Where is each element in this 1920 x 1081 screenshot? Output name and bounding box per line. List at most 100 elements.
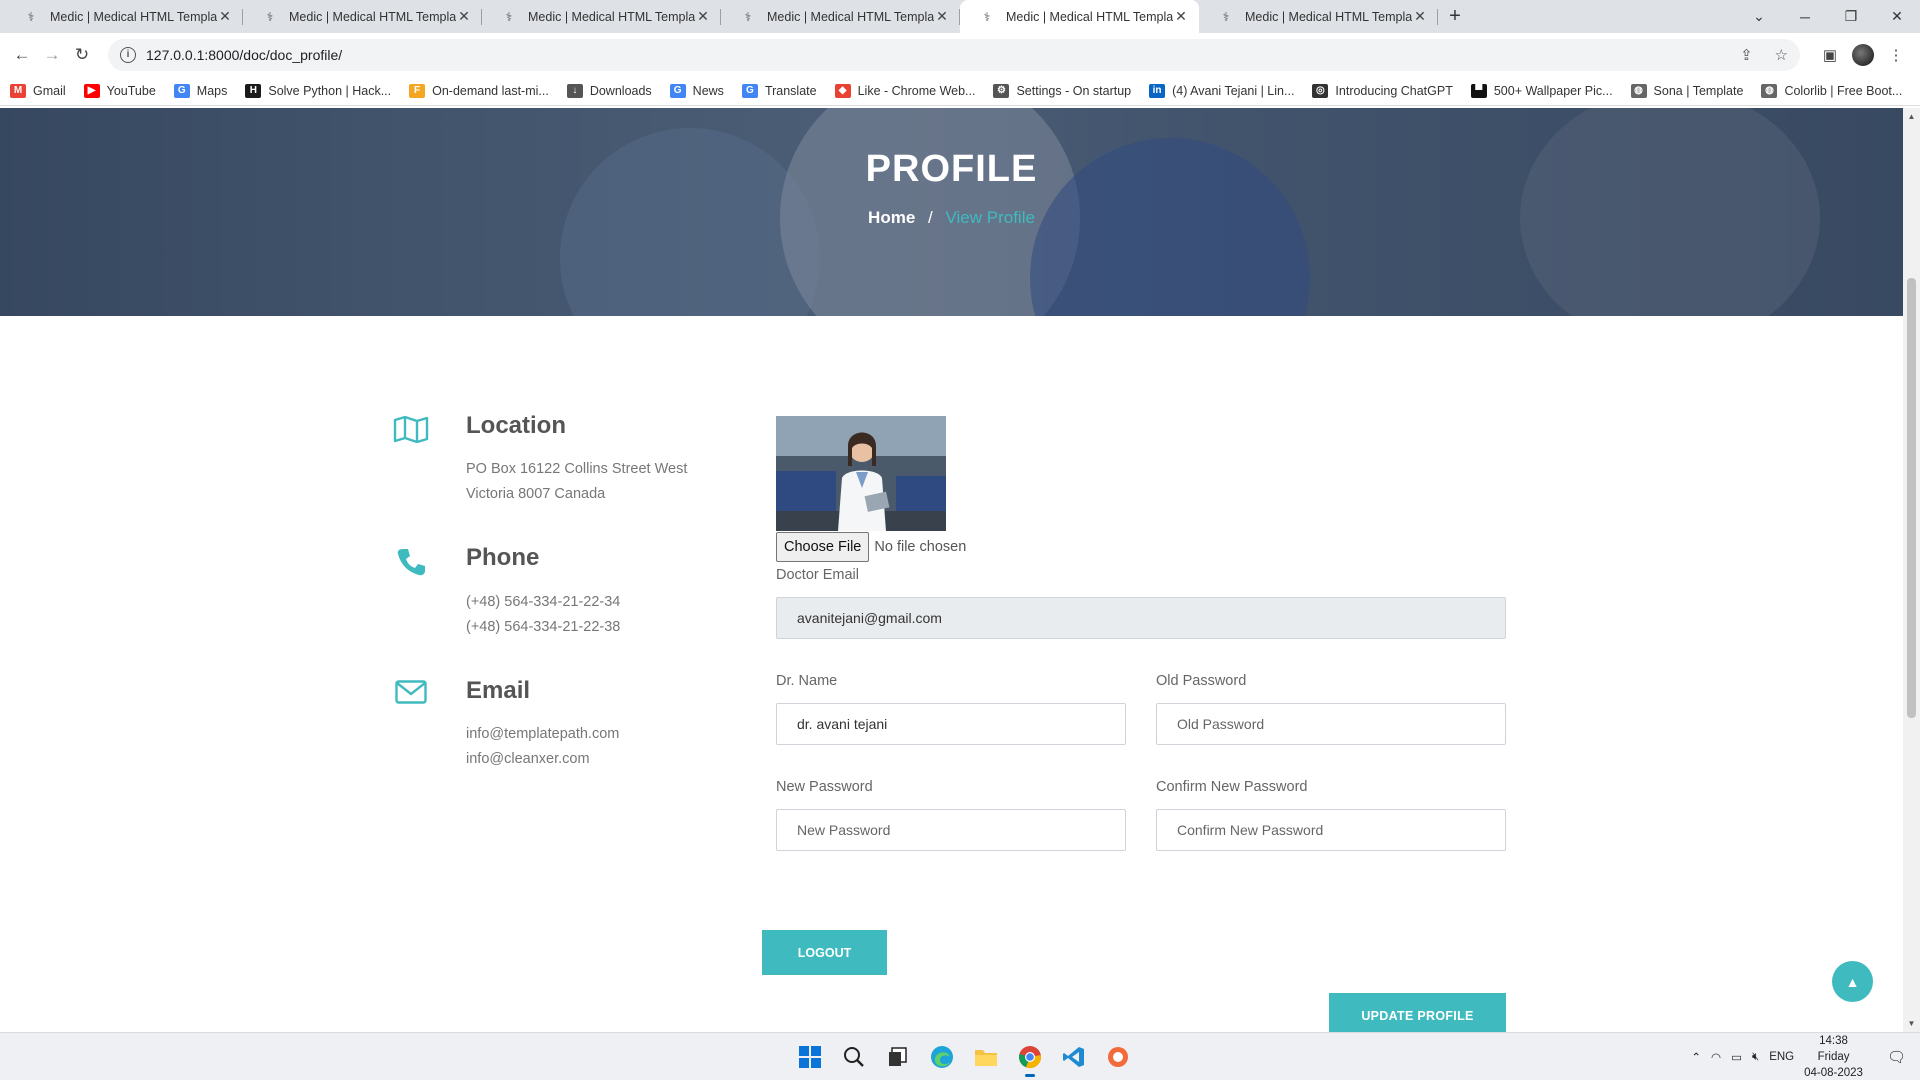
bookmark-item[interactable]: ◎ Introducing ChatGPT: [1312, 83, 1453, 98]
logout-button[interactable]: LOGOUT: [762, 930, 887, 975]
bookmark-item[interactable]: H Solve Python | Hack...: [245, 83, 391, 98]
bookmark-item[interactable]: ⚙ Settings - On startup: [993, 83, 1131, 98]
location-line: Victoria 8007 Canada: [466, 486, 606, 503]
clock-date: 04-08-2023: [1804, 1067, 1863, 1079]
page-scrollbar[interactable]: ▲ ▼: [1903, 108, 1920, 1032]
breadcrumb-current: View Profile: [945, 208, 1035, 227]
new-tab-button[interactable]: +: [1438, 0, 1472, 33]
share-icon[interactable]: ⇪: [1740, 47, 1753, 64]
vscode-icon[interactable]: [1052, 1041, 1096, 1073]
bookmark-item[interactable]: ◍ Sona | Template: [1630, 83, 1743, 98]
bookmark-item[interactable]: F On-demand last-mi...: [409, 83, 549, 98]
scroll-up-icon[interactable]: ▲: [1903, 112, 1920, 121]
chatgpt-icon: ◎: [1312, 83, 1329, 98]
bookmark-label: Translate: [764, 83, 817, 98]
old-password-field[interactable]: Old Password: [1156, 703, 1506, 745]
file-explorer-icon[interactable]: [964, 1041, 1008, 1073]
edge-icon[interactable]: [920, 1041, 964, 1073]
task-view-icon[interactable]: [876, 1041, 920, 1073]
tab-title: Medic | Medical HTML Template: [50, 9, 217, 24]
bookmark-item[interactable]: ◍ Colorlib | Free Boot...: [1761, 83, 1903, 98]
youtube-icon: ▶: [83, 83, 100, 98]
browser-tab[interactable]: ⚕ Medic | Medical HTML Template ✕: [4, 0, 243, 33]
confirm-password-field[interactable]: Confirm New Password: [1156, 809, 1506, 851]
windows-start-icon[interactable]: [788, 1041, 832, 1073]
bookmark-item[interactable]: in (4) Avani Tejani | Lin...: [1149, 83, 1294, 98]
forward-button[interactable]: →: [38, 41, 66, 69]
doctor-name-field[interactable]: dr. avani tejani: [776, 703, 1126, 745]
doctor-email-field[interactable]: avanitejani@gmail.com: [776, 597, 1506, 639]
bookmark-star-icon[interactable]: ☆: [1775, 47, 1788, 64]
browser-tab[interactable]: ⚕ Medic | Medical HTML Template ✕: [243, 0, 482, 33]
back-to-top-button[interactable]: ▲: [1832, 961, 1873, 1002]
browser-tab[interactable]: ⚕ Medic | Medical HTML Template ✕: [960, 0, 1199, 33]
bookmark-item[interactable]: M Gmail: [10, 83, 66, 98]
browser-tab[interactable]: ⚕ Medic | Medical HTML Template ✕: [482, 0, 721, 33]
tab-title: Medic | Medical HTML Template: [1245, 9, 1412, 24]
chevron-up-icon[interactable]: ⌃: [1691, 1050, 1701, 1064]
wifi-icon[interactable]: ◠: [1711, 1050, 1721, 1064]
tab-title: Medic | Medical HTML Template: [767, 9, 934, 24]
reload-button[interactable]: ↻: [68, 41, 96, 69]
close-tab-icon[interactable]: ✕: [1173, 8, 1189, 25]
close-tab-icon[interactable]: ✕: [695, 8, 711, 25]
name-group: Dr. Name dr. avani tejani: [776, 673, 1126, 745]
close-window-button[interactable]: ✕: [1874, 0, 1920, 33]
language-indicator[interactable]: ENG: [1769, 1051, 1794, 1063]
close-tab-icon[interactable]: ✕: [934, 8, 950, 25]
hackerrank-icon: H: [245, 83, 262, 98]
bookmark-item[interactable]: G Maps: [173, 83, 227, 98]
clock[interactable]: 14:38 Friday 04-08-2023: [1804, 1033, 1863, 1081]
bookmarks-bar: M Gmail ▶ YouTube G Maps H Solve Python | Hack.…: [0, 76, 1920, 106]
site-info-icon[interactable]: i: [120, 46, 136, 63]
bookmark-item[interactable]: ▀ 500+ Wallpaper Pic...: [1470, 83, 1613, 98]
minimize-button[interactable]: ─: [1782, 0, 1828, 33]
medic-favicon-icon: ⚕: [983, 9, 991, 24]
old-password-label: Old Password: [1156, 673, 1247, 689]
close-tab-icon[interactable]: ✕: [217, 8, 233, 25]
bookmark-item[interactable]: ↓ Downloads: [566, 83, 652, 98]
browser-tab[interactable]: ⚕ Medic | Medical HTML Template ✕: [721, 0, 960, 33]
breadcrumb-home-link[interactable]: Home: [868, 208, 915, 227]
email-heading: Email: [466, 676, 531, 704]
bookmark-item[interactable]: G News: [669, 83, 724, 98]
search-icon[interactable]: [832, 1041, 876, 1073]
notification-icon[interactable]: 🗨︎: [1887, 1048, 1906, 1066]
bookmark-item[interactable]: ◆ Like - Chrome Web...: [834, 83, 975, 98]
bookmark-label: Gmail: [33, 83, 66, 98]
app-icon[interactable]: [1096, 1041, 1140, 1073]
bookmark-item[interactable]: ▶ YouTube: [83, 83, 156, 98]
bookmark-item[interactable]: G Translate: [741, 83, 817, 98]
name-password-row: Dr. Name dr. avani tejani Old Password O…: [776, 673, 1506, 745]
close-tab-icon[interactable]: ✕: [1412, 8, 1428, 25]
address-bar[interactable]: i 127.0.0.1:8000/doc/doc_profile/ ⇪ ☆: [108, 38, 1800, 71]
old-password-group: Old Password Old Password: [1156, 673, 1506, 745]
back-button[interactable]: ←: [8, 41, 36, 69]
bookmark-label: Colorlib | Free Boot...: [1784, 83, 1903, 98]
update-profile-button[interactable]: UPDATE PROFILE: [1329, 993, 1506, 1032]
scroll-down-icon[interactable]: ▼: [1903, 1019, 1920, 1028]
email-group: Doctor Email avanitejani@gmail.com: [776, 567, 1506, 639]
confirm-password-group: Confirm New Password Confirm New Passwor…: [1156, 779, 1506, 851]
volume-muted-icon[interactable]: 🔇︎: [1752, 1051, 1759, 1064]
choose-file-button[interactable]: Choose File: [776, 532, 870, 562]
new-password-field[interactable]: New Password: [776, 809, 1126, 851]
url-text[interactable]: 127.0.0.1:8000/doc/doc_profile/: [146, 47, 1722, 63]
restore-button[interactable]: ❐: [1828, 0, 1874, 33]
gear-icon: ⚙: [993, 83, 1010, 98]
profile-avatar[interactable]: [1852, 43, 1874, 66]
scrollbar-thumb[interactable]: [1907, 278, 1916, 718]
email-address: info@cleanxer.com: [466, 751, 590, 768]
battery-icon[interactable]: ▭: [1731, 1050, 1742, 1064]
translate-icon: G: [741, 83, 758, 98]
location-heading: Location: [466, 412, 566, 439]
browser-tab[interactable]: ⚕ Medic | Medical HTML Template ✕: [1199, 0, 1438, 33]
browser-tab-strip: ⚕ Medic | Medical HTML Template ✕ ⚕ Medic | …: [0, 0, 1920, 33]
tab-search-icon[interactable]: ⌄: [1736, 0, 1782, 33]
side-panel-icon[interactable]: ▣: [1814, 46, 1846, 64]
chrome-icon[interactable]: [1008, 1041, 1052, 1077]
medic-favicon-icon: ⚕: [744, 9, 752, 24]
menu-kebab-icon[interactable]: ⋮: [1880, 46, 1912, 64]
file-status: No file chosen: [874, 539, 967, 555]
close-tab-icon[interactable]: ✕: [456, 8, 472, 25]
